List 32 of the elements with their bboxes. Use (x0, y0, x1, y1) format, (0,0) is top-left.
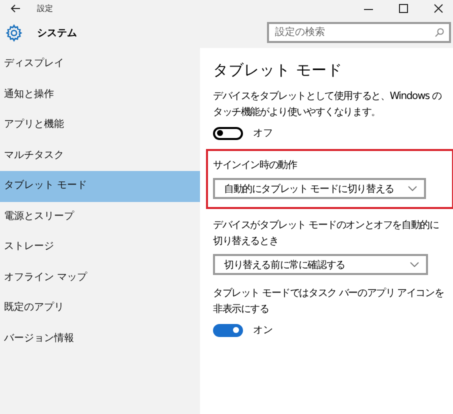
window-title: 設定 (37, 3, 53, 14)
toggle-switch[interactable] (213, 126, 243, 140)
maximize-icon[interactable] (399, 4, 408, 13)
sidebar-item[interactable]: ディスプレイ (0, 49, 200, 80)
sidebar-item[interactable]: オフライン マップ (0, 262, 200, 293)
toggle-switch[interactable] (213, 324, 243, 336)
back-arrow-icon (10, 4, 21, 13)
sidebar-item[interactable]: 通知と操作 (0, 80, 200, 110)
setting-label: サインイン時の動作 (213, 158, 298, 173)
search-field[interactable]: 設定の検索 (267, 22, 451, 43)
sidebar-item[interactable]: ストレージ (0, 232, 200, 262)
back-button[interactable] (10, 4, 21, 13)
setting-description: タブレット モードではタスク バーのアプリ アイコンを非表示にする (213, 286, 445, 317)
sidebar-item[interactable]: タブレット モード (0, 171, 200, 202)
sidebar-item[interactable]: 既定のアプリ (0, 293, 200, 324)
toggle-state: オン (253, 324, 273, 337)
close-icon[interactable] (434, 4, 443, 13)
settings-icon (5, 24, 23, 42)
sidebar-item[interactable]: 電源とスリープ (0, 202, 200, 232)
chevron-down-icon (410, 262, 419, 267)
page-title: システム (37, 26, 77, 40)
sidebar-item[interactable]: バージョン情報 (0, 324, 200, 354)
setting-description: デバイスをタブレットとして使用すると、Windows のタッチ機能がより使いやすくなります。 (213, 90, 442, 120)
sidebar-item[interactable]: マルチタスク (0, 140, 200, 171)
dropdown[interactable]: 切り替える前に常に確認する (213, 254, 428, 275)
setting-label: デバイスがタブレット モードのオンとオフを自動的に切り替えるとき (213, 218, 440, 249)
section-title: タブレット モード (213, 61, 344, 80)
sidebar-item[interactable]: アプリと機能 (0, 110, 200, 140)
dropdown[interactable]: 自動的にタブレット モードに切り替える (213, 178, 426, 199)
toggle-state: オフ (253, 127, 273, 140)
search-icon (435, 28, 444, 37)
chevron-down-icon (408, 186, 417, 191)
